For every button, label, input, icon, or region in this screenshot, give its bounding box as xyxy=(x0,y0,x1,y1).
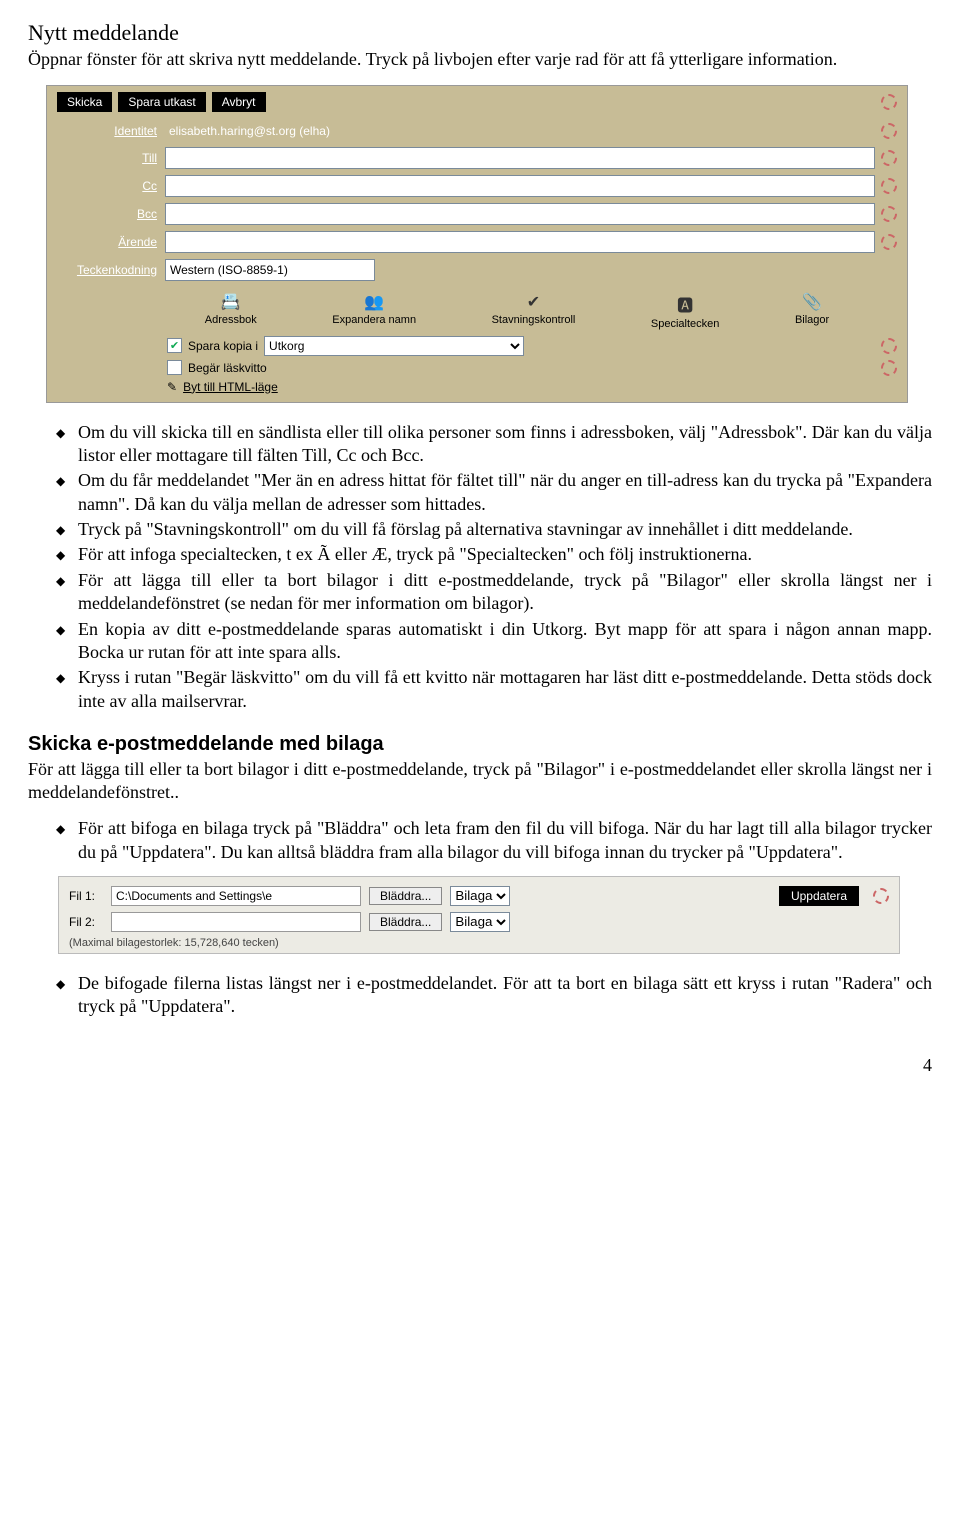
file2-path[interactable] xyxy=(111,912,361,932)
subject-field[interactable] xyxy=(165,231,875,253)
help-icon[interactable] xyxy=(881,234,897,250)
file2-label: Fil 2: xyxy=(69,915,103,929)
file1-type-select[interactable]: Bilaga xyxy=(450,886,510,906)
html-mode-icon: ✎ xyxy=(167,380,177,394)
list-item: För att bifoga en bilaga tryck på "Blädd… xyxy=(56,817,932,864)
help-icon[interactable] xyxy=(881,123,897,139)
paperclip-icon: 📎 xyxy=(802,292,822,312)
encoding-label: Teckenkodning xyxy=(57,263,165,277)
send-button[interactable]: Skicka xyxy=(57,92,112,112)
section-lead: Öppnar fönster för att skriva nytt medde… xyxy=(28,48,932,71)
specialchars-icon: 🅰 xyxy=(677,292,693,316)
bullet-list-mid: För att bifoga en bilaga tryck på "Blädd… xyxy=(28,817,932,864)
compose-window: Skicka Spara utkast Avbryt Identitet eli… xyxy=(46,85,908,403)
to-field[interactable] xyxy=(165,147,875,169)
cc-field[interactable] xyxy=(165,175,875,197)
spellcheck-label: Stavningskontroll xyxy=(492,314,576,326)
browse-button-2[interactable]: Bläddra... xyxy=(369,913,442,931)
spellcheck-icon: ✔ xyxy=(527,292,540,312)
help-icon[interactable] xyxy=(881,338,897,354)
bcc-label: Bcc xyxy=(57,207,165,221)
save-copy-checkbox[interactable]: ✔ xyxy=(167,338,182,353)
help-icon[interactable] xyxy=(881,178,897,194)
subject-label: Ärende xyxy=(57,235,165,249)
expand-names-button[interactable]: 👥 Expandera namn xyxy=(332,292,416,330)
save-draft-button[interactable]: Spara utkast xyxy=(118,92,205,112)
read-receipt-checkbox[interactable] xyxy=(167,360,182,375)
list-item: En kopia av ditt e-postmeddelande sparas… xyxy=(56,618,932,665)
attach-note: (Maximal bilagestorlek: 15,728,640 tecke… xyxy=(69,935,889,949)
help-icon[interactable] xyxy=(881,206,897,222)
section-title: Nytt meddelande xyxy=(28,20,932,46)
help-icon[interactable] xyxy=(881,360,897,376)
compose-tool-row: 📇 Adressbok 👥 Expandera namn ✔ Stavnings… xyxy=(47,284,907,334)
list-item: Tryck på "Stavningskontroll" om du vill … xyxy=(56,518,932,541)
update-button[interactable]: Uppdatera xyxy=(779,886,859,906)
specialchars-button[interactable]: 🅰 Specialtecken xyxy=(651,292,720,330)
save-copy-label: Spara kopia i xyxy=(188,339,258,353)
addressbook-label: Adressbok xyxy=(205,314,257,326)
help-icon[interactable] xyxy=(881,150,897,166)
addressbook-icon: 📇 xyxy=(221,292,241,312)
section2-title: Skicka e-postmeddelande med bilaga xyxy=(28,733,932,756)
help-icon[interactable] xyxy=(873,888,889,904)
html-mode-link[interactable]: Byt till HTML-läge xyxy=(183,380,278,394)
expand-icon: 👥 xyxy=(364,292,384,312)
addressbook-button[interactable]: 📇 Adressbok xyxy=(205,292,257,330)
save-copy-folder[interactable]: Utkorg xyxy=(264,336,524,356)
list-item: Kryss i rutan "Begär läskvitto" om du vi… xyxy=(56,666,932,713)
cancel-button[interactable]: Avbryt xyxy=(212,92,266,112)
list-item: För att lägga till eller ta bort bilagor… xyxy=(56,569,932,616)
bullet-list-bottom: De bifogade filerna listas längst ner i … xyxy=(28,972,932,1019)
read-receipt-label: Begär läskvitto xyxy=(188,361,267,375)
section2-lead: För att lägga till eller ta bort bilagor… xyxy=(28,758,932,803)
bcc-field[interactable] xyxy=(165,203,875,225)
attach-panel: Fil 1: C:\Documents and Settings\e Blädd… xyxy=(58,876,900,954)
bullet-list-top: Om du vill skicka till en sändlista elle… xyxy=(28,421,932,714)
identity-value: elisabeth.haring@st.org (elha) xyxy=(165,121,875,141)
expand-label: Expandera namn xyxy=(332,314,416,326)
encoding-select[interactable]: Western (ISO-8859-1) xyxy=(165,259,375,281)
list-item: För att infoga specialtecken, t ex Ã ell… xyxy=(56,543,932,566)
file1-path[interactable]: C:\Documents and Settings\e xyxy=(111,886,361,906)
help-icon[interactable] xyxy=(881,94,897,110)
identity-label: Identitet xyxy=(57,124,165,138)
file2-type-select[interactable]: Bilaga xyxy=(450,912,510,932)
browse-button-1[interactable]: Bläddra... xyxy=(369,887,442,905)
spellcheck-button[interactable]: ✔ Stavningskontroll xyxy=(492,292,576,330)
to-label: Till xyxy=(57,151,165,165)
file1-label: Fil 1: xyxy=(69,889,103,903)
cc-label: Cc xyxy=(57,179,165,193)
page-number: 4 xyxy=(28,1055,932,1076)
attachments-label: Bilagor xyxy=(795,314,829,326)
attachments-button[interactable]: 📎 Bilagor xyxy=(795,292,829,330)
specialchars-label: Specialtecken xyxy=(651,318,720,330)
compose-toolbar: Skicka Spara utkast Avbryt xyxy=(47,86,907,118)
list-item: De bifogade filerna listas längst ner i … xyxy=(56,972,932,1019)
list-item: Om du vill skicka till en sändlista elle… xyxy=(56,421,932,468)
list-item: Om du får meddelandet "Mer än en adress … xyxy=(56,469,932,516)
